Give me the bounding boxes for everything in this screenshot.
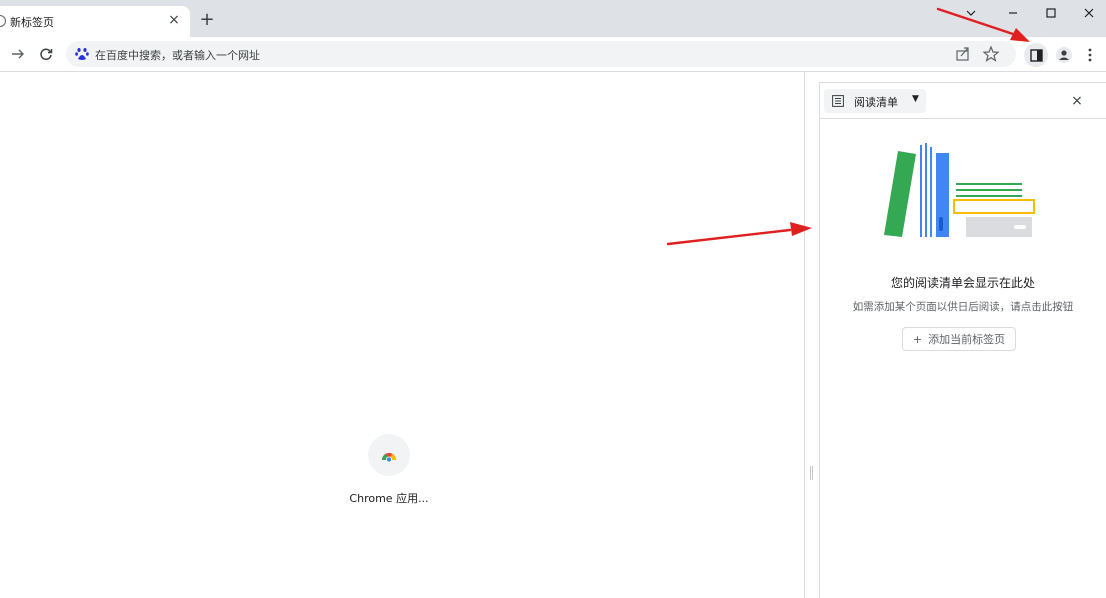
reload-icon [40, 48, 53, 61]
omnibox[interactable]: 在百度中搜索，或者输入一个网址 [66, 41, 1016, 67]
empty-state-title: 您的阅读清单会显示在此处 [890, 276, 1035, 290]
side-panel-selector-label: 阅读清单 [854, 96, 898, 109]
tab-new-tab[interactable]: 新标签页 × [0, 6, 190, 37]
side-panel-close-button[interactable]: × [1068, 92, 1086, 110]
tab-strip: 新标签页 × + [0, 0, 1106, 37]
new-tab-favicon-icon [0, 15, 6, 27]
chevron-down-icon [966, 10, 976, 16]
reload-button[interactable] [36, 44, 56, 64]
star-icon[interactable] [982, 45, 1000, 63]
caret-down-icon: ▼ [912, 94, 919, 104]
arrow-right-icon [12, 49, 24, 59]
shortcut-tile[interactable] [368, 434, 410, 476]
chrome-apps-shortcut[interactable]: Chrome 应用... [348, 434, 430, 506]
new-tab-button[interactable]: + [198, 11, 216, 29]
maximize-button[interactable] [1036, 2, 1066, 24]
side-panel-header: 阅读清单 ▼ × [820, 83, 1106, 119]
menu-button[interactable] [1082, 43, 1098, 67]
maximize-icon [1046, 8, 1056, 18]
empty-state-subtitle: 如需添加某个页面以供日后阅读，请点击此按钮 [852, 301, 1074, 313]
baidu-paw-icon [75, 48, 89, 60]
toolbar: 在百度中搜索，或者输入一个网址 [0, 37, 1106, 72]
add-current-tab-button[interactable]: + 添加当前标签页 [902, 327, 1016, 351]
add-current-tab-label: 添加当前标签页 [928, 333, 1006, 346]
omnibox-placeholder[interactable]: 在百度中搜索，或者输入一个网址 [95, 47, 260, 63]
reading-list-illustration [884, 143, 1035, 237]
side-panel: 阅读清单 ▼ × 您的阅读清单会显示在此处 如需添加某个页面以供日后阅读，请点击… [819, 82, 1106, 598]
side-panel-selector[interactable]: 阅读清单 ▼ [824, 89, 926, 113]
new-tab-page: Chrome 应用... [0, 72, 805, 598]
profile-button[interactable] [1052, 43, 1076, 67]
profile-icon [1056, 47, 1072, 63]
close-icon [1084, 8, 1094, 18]
plus-icon: + [912, 332, 923, 346]
tab-title: 新标签页 [10, 16, 54, 29]
minimize-icon [1009, 12, 1017, 14]
window-close-button[interactable] [1074, 2, 1104, 24]
tab-search-button[interactable] [956, 2, 986, 24]
reading-list-icon [832, 95, 844, 107]
side-panel-button[interactable] [1024, 43, 1048, 67]
share-icon[interactable] [954, 45, 972, 63]
forward-button[interactable] [8, 44, 28, 64]
shortcut-label: Chrome 应用... [349, 492, 429, 505]
more-vert-icon [1088, 48, 1092, 62]
minimize-button[interactable] [998, 2, 1028, 24]
tab-close-button[interactable]: × [166, 12, 182, 28]
side-panel-resize-handle[interactable] [810, 466, 813, 480]
chrome-icon [382, 453, 396, 463]
side-panel-icon [1029, 48, 1043, 62]
